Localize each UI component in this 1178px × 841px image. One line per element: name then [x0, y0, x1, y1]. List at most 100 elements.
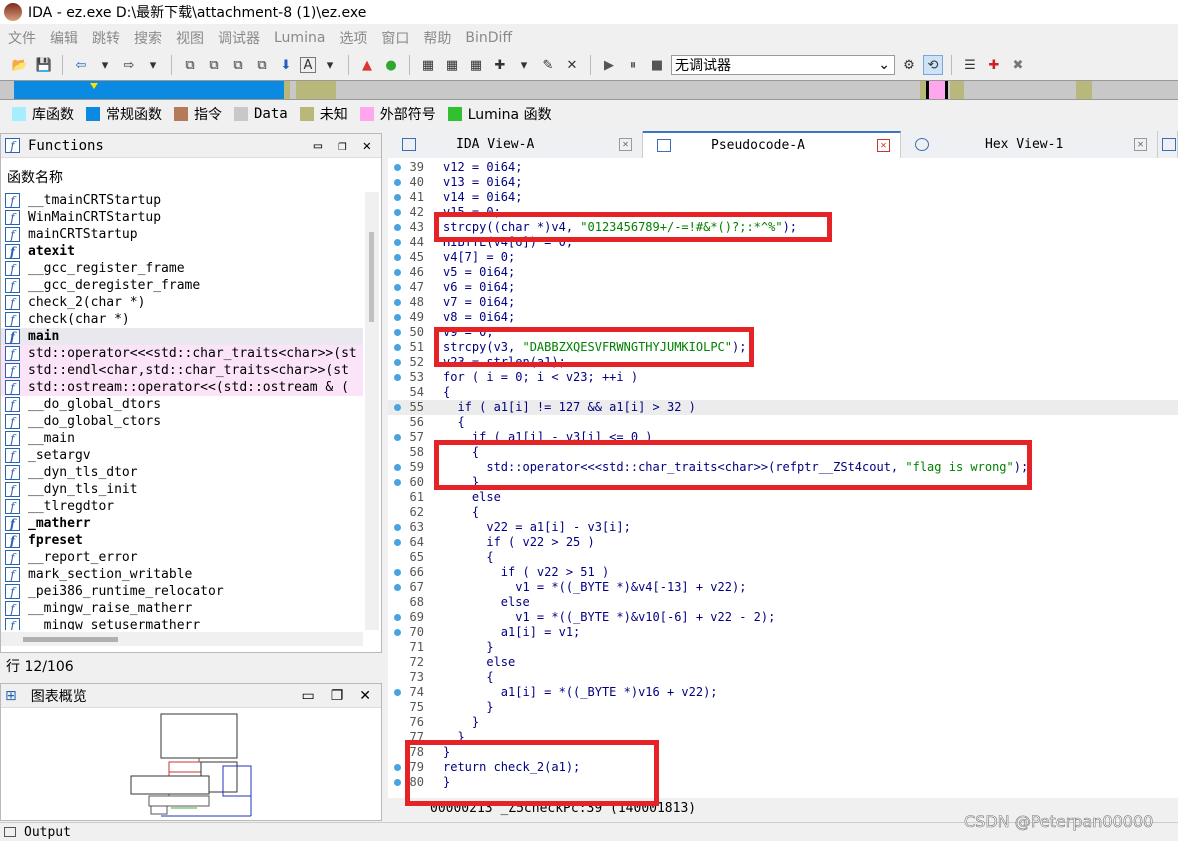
menu-window[interactable]: 窗口 [381, 28, 409, 48]
warning-icon[interactable]: ▲ [357, 55, 377, 75]
close-icon[interactable]: ✕ [359, 688, 371, 704]
function-list-item[interactable]: f __tmainCRTStartup [1, 192, 363, 209]
dropdown-arrow-icon[interactable]: ▾ [95, 55, 115, 75]
function-list-item[interactable]: f _setargv [1, 447, 363, 464]
breakpoint-dot-icon[interactable] [394, 464, 401, 471]
function-list-item[interactable]: f __report_error [1, 549, 363, 566]
code-line[interactable]: 60 } [388, 475, 1178, 490]
breakpoint-dot-icon[interactable] [394, 524, 401, 531]
save-icon[interactable]: 💾 [34, 55, 54, 75]
code-line[interactable]: 44 HIBYTE(v4[6]) = 0; [388, 235, 1178, 250]
sync-icon[interactable]: ⟲ [923, 55, 943, 75]
function-list-item[interactable]: f __do_global_dtors [1, 396, 363, 413]
breakpoint-dot-icon[interactable] [394, 539, 401, 546]
menu-help[interactable]: 帮助 [423, 28, 451, 48]
function-list-item[interactable]: f atexit [1, 243, 363, 260]
functions-horizontal-scrollbar[interactable] [1, 632, 363, 646]
code-line[interactable]: 59 std::operator<<<std::char_traits<char… [388, 460, 1178, 475]
restore-icon[interactable]: ❐ [338, 138, 346, 154]
functions-vertical-scrollbar[interactable] [365, 192, 379, 630]
code-line[interactable]: 49 v8 = 0i64; [388, 310, 1178, 325]
add-icon[interactable]: ✚ [490, 55, 510, 75]
breakpoint-dot-icon[interactable] [394, 224, 401, 231]
breakpoint-dot-icon[interactable] [394, 629, 401, 636]
code-line[interactable]: 50 v9 = 0; [388, 325, 1178, 340]
function-list-item[interactable]: f std::ostream::operator<<(std::ostream &… [1, 379, 363, 396]
code-line[interactable]: 69 v1 = *((_BYTE *)&v10[-6] + v22 - 2); [388, 610, 1178, 625]
function-list-item[interactable]: f WinMainCRTStartup [1, 209, 363, 226]
breakpoint-dot-icon[interactable] [394, 764, 401, 771]
breakpoint-dot-icon[interactable] [394, 329, 401, 336]
breakpoint-remove-icon[interactable]: ✖ [1008, 55, 1028, 75]
code-line[interactable]: 79 return check_2(a1); [388, 760, 1178, 775]
breakpoint-dot-icon[interactable] [394, 194, 401, 201]
breakpoint-dot-icon[interactable] [394, 584, 401, 591]
code-line[interactable]: 72 else [388, 655, 1178, 670]
pause-icon[interactable]: ⏸ [623, 55, 643, 75]
edit-icon[interactable]: ✎ [538, 55, 558, 75]
breakpoint-dot-icon[interactable] [394, 299, 401, 306]
dropdown-arrow-icon[interactable]: ▾ [320, 55, 340, 75]
code-line[interactable]: 68 else [388, 595, 1178, 610]
menu-view[interactable]: 视图 [176, 28, 204, 48]
function-list-item[interactable]: f __tlregdtor [1, 498, 363, 515]
code-line[interactable]: 41 v14 = 0i64; [388, 190, 1178, 205]
restore-icon[interactable]: ❐ [331, 688, 344, 704]
function-list-item[interactable]: f std::operator<<<std::char_traits<char>>… [1, 345, 363, 362]
dropdown-arrow-icon[interactable]: ▾ [143, 55, 163, 75]
code-line[interactable]: 46 v5 = 0i64; [388, 265, 1178, 280]
code-line[interactable]: 63 v22 = a1[i] - v3[i]; [388, 520, 1178, 535]
breakpoint-dot-icon[interactable] [394, 179, 401, 186]
open-folder-icon[interactable]: 📂 [10, 55, 30, 75]
code-line[interactable]: 58 { [388, 445, 1178, 460]
function-list-item[interactable]: f main [1, 328, 363, 345]
menu-search[interactable]: 搜索 [134, 28, 162, 48]
graph-overview-canvas[interactable] [1, 708, 381, 820]
immediate-search-icon[interactable]: ⧉ [228, 55, 248, 75]
tab-more[interactable] [1158, 131, 1178, 158]
navigation-band[interactable] [0, 80, 1178, 100]
close-icon[interactable]: ✕ [1134, 138, 1147, 151]
code-line[interactable]: 43 strcpy((char *)v4, "0123456789+/-=!#&*… [388, 220, 1178, 235]
menu-edit[interactable]: 编辑 [50, 28, 78, 48]
jump-down-icon[interactable]: ⬇ [276, 55, 296, 75]
function-list-item[interactable]: f _matherr [1, 515, 363, 532]
function-list-item[interactable]: f check(char *) [1, 311, 363, 328]
breakpoint-dot-icon[interactable] [394, 434, 401, 441]
close-icon[interactable]: ✕ [363, 138, 371, 154]
menu-debugger[interactable]: 调试器 [218, 28, 260, 48]
menu-lumina[interactable]: Lumina [274, 30, 325, 46]
code-line[interactable]: 39 v12 = 0i64; [388, 160, 1178, 175]
code-line[interactable]: 54 { [388, 385, 1178, 400]
binary-search-icon[interactable]: ⧉ [180, 55, 200, 75]
code-line[interactable]: 70 a1[i] = v1; [388, 625, 1178, 640]
maximize-icon[interactable]: ▭ [314, 138, 322, 154]
function-list-item[interactable]: f check_2(char *) [1, 294, 363, 311]
breakpoint-add-icon[interactable]: ✚ [984, 55, 1004, 75]
menu-jump[interactable]: 跳转 [92, 28, 120, 48]
function-list-item[interactable]: f __mingw_setusermatherr [1, 617, 363, 630]
breakpoint-dot-icon[interactable] [394, 779, 401, 786]
text-icon[interactable]: A [300, 57, 316, 73]
code-line[interactable]: 45 v4[7] = 0; [388, 250, 1178, 265]
function-list-item[interactable]: f __gcc_deregister_frame [1, 277, 363, 294]
breakpoint-dot-icon[interactable] [394, 479, 401, 486]
code-line[interactable]: 74 a1[i] = *((_BYTE *)v16 + v22); [388, 685, 1178, 700]
code-line[interactable]: 73 { [388, 670, 1178, 685]
code-line[interactable]: 76 } [388, 715, 1178, 730]
debugger-select[interactable]: 无调试器 ⌄ [671, 55, 895, 75]
function-list-item[interactable]: f __mingw_raise_matherr [1, 600, 363, 617]
breakpoint-dot-icon[interactable] [394, 209, 401, 216]
code-line[interactable]: 67 v1 = *((_BYTE *)&v4[-13] + v22); [388, 580, 1178, 595]
maximize-icon[interactable]: ▭ [301, 688, 314, 704]
code-line[interactable]: 48 v7 = 0i64; [388, 295, 1178, 310]
play-icon[interactable]: ▶ [599, 55, 619, 75]
function-list-item[interactable]: f mainCRTStartup [1, 226, 363, 243]
forward-arrow-icon[interactable]: ⇨ [119, 55, 139, 75]
code-line[interactable]: 42 v15 = 0; [388, 205, 1178, 220]
text-search-icon[interactable]: ⧉ [204, 55, 224, 75]
sequence-search-icon[interactable]: ⧉ [252, 55, 272, 75]
function-list-item[interactable]: f __do_global_ctors [1, 413, 363, 430]
code-line[interactable]: 51 strcpy(v3, "DABBZXQESVFRWNGTHYJUMKIOLP… [388, 340, 1178, 355]
breakpoint-dot-icon[interactable] [394, 344, 401, 351]
